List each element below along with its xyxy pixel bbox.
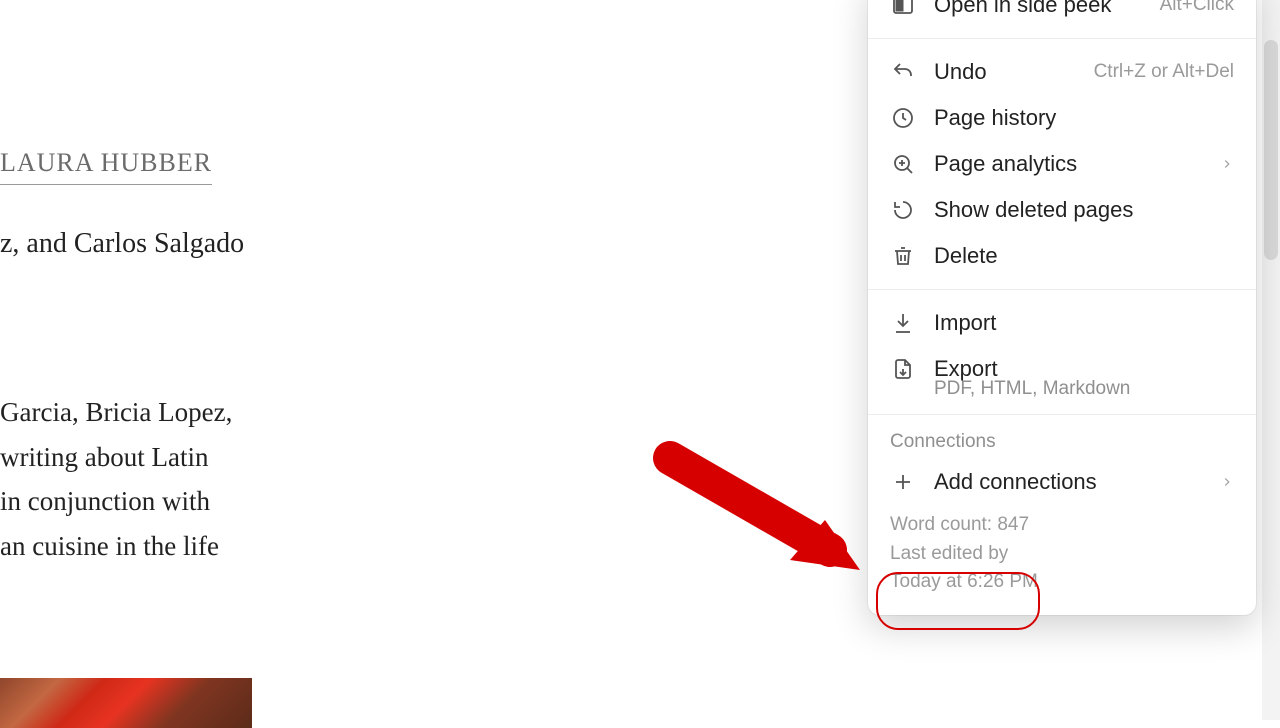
import-icon [890, 310, 916, 336]
menu-item-label: Page analytics [934, 151, 1202, 177]
doc-paragraph: Garcia, Bricia Lopez, writing about Lati… [0, 390, 260, 568]
menu-item-label: Delete [934, 243, 1234, 269]
trash-icon [890, 243, 916, 269]
menu-item-shortcut: Ctrl+Z or Alt+Del [1094, 61, 1234, 83]
menu-divider [868, 289, 1256, 290]
context-menu: Open in side peek Alt+Click Undo Ctrl+Z … [868, 0, 1256, 615]
side-peek-icon [890, 0, 916, 18]
chevron-right-icon [1220, 151, 1234, 177]
menu-divider [868, 38, 1256, 39]
menu-item-label: Add connections [934, 469, 1202, 495]
doc-text-line: an cuisine in the life [0, 524, 260, 569]
doc-text-line: z, and Carlos Salgado [0, 228, 244, 260]
doc-text-line: Garcia, Bricia Lopez, [0, 390, 260, 435]
annotation-highlight-word-count [876, 572, 1040, 630]
scrollbar-thumb[interactable] [1264, 40, 1278, 260]
chevron-right-icon [1220, 469, 1234, 495]
menu-add-connections[interactable]: Add connections [868, 459, 1256, 505]
restore-icon [890, 197, 916, 223]
connections-section-label: Connections [868, 419, 1256, 459]
doc-text-line: in conjunction with [0, 479, 260, 524]
menu-import[interactable]: Import [868, 300, 1256, 346]
menu-item-label: Import [934, 310, 1234, 336]
menu-open-side-peek[interactable]: Open in side peek Alt+Click [868, 0, 1256, 28]
scrollbar-track[interactable] [1262, 0, 1280, 720]
menu-delete[interactable]: Delete [868, 233, 1256, 279]
menu-divider [868, 414, 1256, 415]
menu-item-label: Undo [934, 59, 1076, 85]
export-icon [890, 356, 916, 382]
menu-item-label: Show deleted pages [934, 197, 1234, 223]
author-byline[interactable]: LAURA HUBBER [0, 148, 212, 185]
history-icon [890, 105, 916, 131]
menu-undo[interactable]: Undo Ctrl+Z or Alt+Del [868, 49, 1256, 95]
plus-icon [890, 469, 916, 495]
menu-show-deleted-pages[interactable]: Show deleted pages [868, 187, 1256, 233]
last-edited-by: Last edited by [890, 540, 1234, 569]
menu-item-label: Page history [934, 105, 1234, 131]
analytics-icon [890, 151, 916, 177]
article-image [0, 678, 252, 728]
menu-item-shortcut: Alt+Click [1160, 0, 1234, 16]
undo-icon [890, 59, 916, 85]
word-count: Word count: 847 [890, 511, 1234, 540]
menu-item-label: Open in side peek [934, 0, 1142, 18]
menu-page-history[interactable]: Page history [868, 95, 1256, 141]
menu-page-analytics[interactable]: Page analytics [868, 141, 1256, 187]
doc-text-line: writing about Latin [0, 435, 260, 480]
